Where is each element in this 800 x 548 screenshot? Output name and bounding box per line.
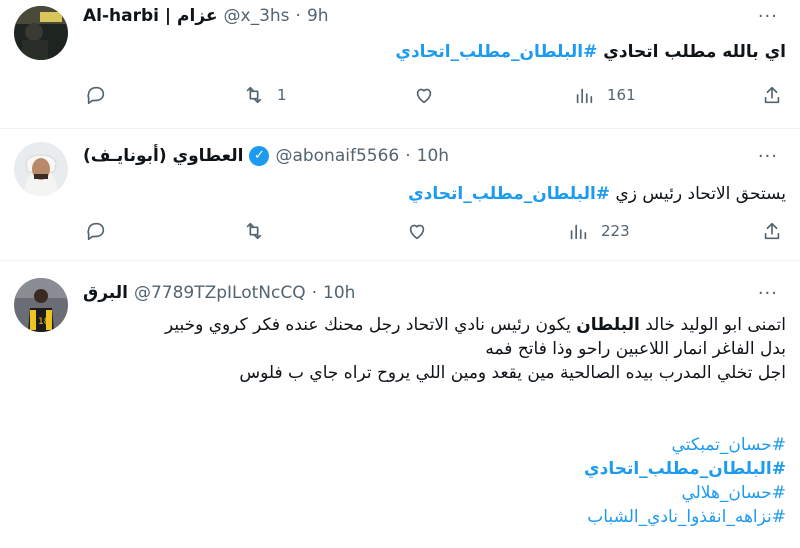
views-icon	[570, 224, 587, 240]
display-name[interactable]: العطاوي (أبونايـف)	[83, 146, 243, 166]
views-button[interactable]: 161	[573, 84, 636, 106]
text-segment: يكون رئيس نادي الاتحاد رجل محنك عنده فكر…	[164, 315, 577, 335]
more-icon[interactable]: ···	[758, 283, 778, 304]
like-button[interactable]	[406, 220, 440, 242]
like-button[interactable]	[413, 84, 447, 106]
tweet-header: Al-harbi | عزام @x_3hs · 9h	[83, 6, 329, 26]
more-icon[interactable]: ···	[758, 146, 778, 167]
timestamp[interactable]: 10h	[417, 146, 449, 166]
tweet-line: بدل الفاغر انمار اللاعبين راحو وذا فاتح …	[485, 339, 786, 359]
share-button[interactable]	[761, 84, 783, 106]
hashtag-link[interactable]: #البلطان_مطلب_اتحادي	[83, 457, 786, 481]
tweet-text: اتمنى ابو الوليد خالد البلطان يكون رئيس …	[83, 313, 786, 529]
tweet-line: اجل تخلي المدرب بيده الصالحية مين يقعد و…	[239, 363, 786, 383]
tweet-text-plain: يستحق الاتحاد رئيس زي	[610, 184, 786, 204]
views-count: 223	[601, 222, 630, 240]
tweet-header: البرق @7789TZpILotNcCQ · 10h	[83, 283, 356, 303]
tweet-header: العطاوي (أبونايـف) ✓ @abonaif5566 · 10h	[83, 146, 450, 166]
tweet-text: يستحق الاتحاد رئيس زي #البلطان_مطلب_اتحا…	[83, 182, 786, 206]
handle[interactable]: @x_3hs	[224, 6, 290, 26]
share-icon	[764, 86, 780, 104]
tweet[interactable]: Al-harbi | عزام @x_3hs · 9h ··· اي بالله…	[0, 0, 800, 129]
hashtag-link[interactable]: #البلطان_مطلب_اتحادي	[408, 184, 610, 204]
timestamp[interactable]: 9h	[307, 6, 329, 26]
reply-button[interactable]	[85, 220, 119, 242]
avatar[interactable]	[14, 142, 68, 196]
retweet-button[interactable]: 1	[243, 84, 287, 106]
retweet-icon	[246, 222, 262, 240]
tweet[interactable]: 18 البرق @7789TZpILotNcCQ · 10h ··· اتمن…	[0, 261, 800, 548]
tweet-line: اتمنى ابو الوليد خالد البلطان يكون رئيس …	[83, 313, 786, 337]
bold-text: البلطان	[576, 315, 640, 335]
views-icon	[576, 88, 593, 104]
tweet-actions: 1 161	[85, 84, 786, 110]
share-button[interactable]	[761, 220, 783, 242]
hashtag-link[interactable]: #حسان_تمبكتي	[83, 433, 786, 457]
tweet-actions: 223	[85, 220, 786, 246]
text-segment: اتمنى ابو الوليد خالد	[639, 315, 786, 335]
retweet-icon	[246, 86, 262, 104]
more-icon[interactable]: ···	[758, 6, 778, 27]
tweet-text: اي بالله مطلب اتحادي #البلطان_مطلب_اتحاد…	[83, 40, 786, 64]
views-button[interactable]: 223	[567, 220, 630, 242]
avatar[interactable]	[14, 6, 68, 60]
timestamp[interactable]: 10h	[323, 283, 355, 303]
handle[interactable]: @abonaif5566	[275, 146, 399, 166]
hashtag-link[interactable]: #البلطان_مطلب_اتحادي	[395, 42, 597, 62]
tweet-text-plain: اي بالله مطلب اتحادي	[597, 42, 786, 62]
hashtag-link[interactable]: #حسان_هلالي	[83, 481, 786, 505]
svg-text:18: 18	[38, 317, 50, 327]
reply-icon	[87, 86, 105, 105]
views-count: 161	[607, 86, 636, 104]
avatar[interactable]: 18	[14, 278, 68, 332]
verified-badge-icon: ✓	[249, 146, 270, 166]
reply-button[interactable]	[85, 84, 119, 106]
hashtag-link[interactable]: #نزاهه_انقذوا_نادي_الشباب	[83, 505, 786, 529]
display-name[interactable]: البرق	[83, 283, 128, 303]
retweet-count: 1	[277, 86, 287, 104]
reply-icon	[87, 222, 105, 241]
display-name[interactable]: Al-harbi | عزام	[83, 6, 218, 26]
handle[interactable]: @7789TZpILotNcCQ	[134, 283, 306, 303]
retweet-button[interactable]	[243, 220, 277, 242]
tweet[interactable]: العطاوي (أبونايـف) ✓ @abonaif5566 · 10h …	[0, 129, 800, 261]
heart-icon	[409, 224, 425, 240]
share-icon	[764, 222, 780, 240]
heart-icon	[416, 88, 432, 104]
